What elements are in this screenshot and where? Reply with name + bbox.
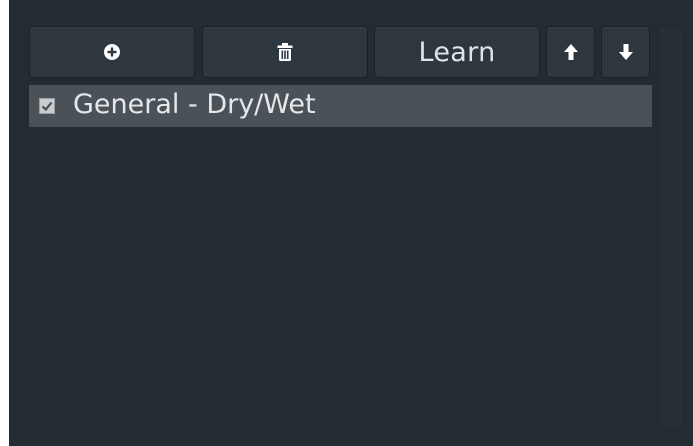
move-down-button[interactable] — [601, 26, 650, 78]
add-button[interactable] — [29, 26, 195, 78]
move-up-button[interactable] — [546, 26, 595, 78]
trash-icon — [277, 43, 293, 61]
arrow-down-icon — [618, 44, 633, 60]
plus-circle-icon — [104, 44, 120, 60]
learn-button[interactable]: Learn — [374, 26, 540, 78]
learn-button-label: Learn — [418, 36, 496, 68]
checkbox-checked-icon[interactable] — [39, 98, 55, 114]
scrollbar[interactable] — [660, 28, 682, 426]
list-item-label: General - Dry/Wet — [73, 89, 316, 120]
list-item[interactable]: General - Dry/Wet — [29, 85, 652, 127]
arrow-up-icon — [563, 44, 578, 60]
delete-button[interactable] — [202, 26, 368, 78]
